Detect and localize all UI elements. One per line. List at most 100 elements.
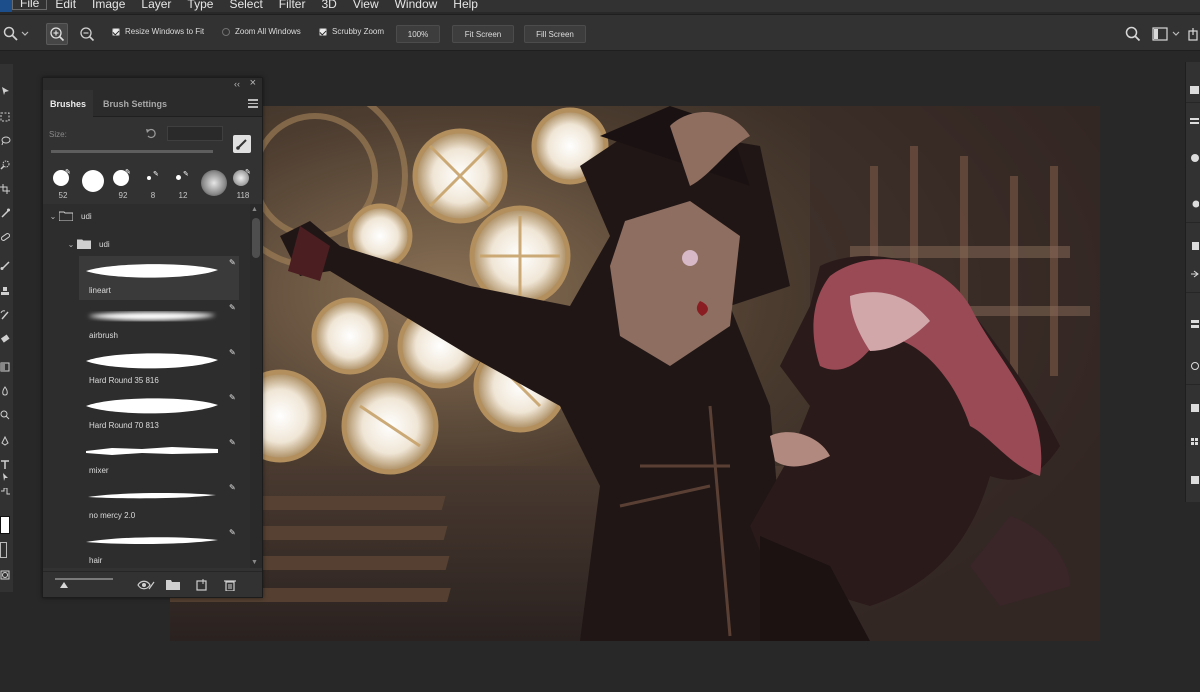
delete-brush-icon[interactable] — [223, 578, 237, 592]
scrubby-zoom-checkbox[interactable] — [319, 27, 327, 36]
zoom-out-icon[interactable] — [76, 23, 98, 45]
lasso-tool-icon[interactable] — [0, 136, 11, 146]
zoom-in-icon[interactable] — [46, 23, 68, 45]
dodge-tool-icon[interactable] — [0, 410, 11, 420]
paths-panel-icon[interactable] — [1190, 400, 1199, 412]
path-select-tool-icon[interactable] — [0, 472, 11, 482]
workspace-chevron-icon[interactable] — [1170, 23, 1182, 45]
marquee-tool-icon[interactable] — [0, 112, 11, 122]
menu-file[interactable]: File — [12, 0, 48, 10]
close-panel-icon[interactable]: × — [250, 78, 256, 89]
panel-titlebar[interactable]: ‹‹ × — [43, 78, 262, 90]
scroll-up-icon[interactable]: ▲ — [251, 206, 258, 213]
properties-panel-icon[interactable] — [1190, 114, 1199, 124]
scrollbar-thumb[interactable] — [252, 218, 260, 258]
zoom-percent-field[interactable]: 100% — [396, 25, 440, 43]
brush-item[interactable]: ✎ lineart — [79, 256, 239, 300]
hand-tool-icon[interactable] — [0, 488, 11, 498]
info-panel-icon[interactable] — [1190, 472, 1199, 484]
crop-tool-icon[interactable] — [0, 184, 11, 194]
quick-mask-icon[interactable] — [0, 570, 11, 580]
preset-brush[interactable]: ✎ 52 — [49, 168, 77, 200]
folder-udi[interactable]: ⌄ udi — [47, 206, 92, 226]
menu-help[interactable]: Help — [445, 0, 486, 10]
menu-filter[interactable]: Filter — [271, 0, 314, 10]
menu-edit[interactable]: Edit — [47, 0, 84, 10]
background-color-swatch[interactable] — [0, 542, 7, 558]
chevron-down-icon[interactable]: ⌄ — [47, 212, 59, 221]
collapse-panel-icon[interactable]: ‹‹ — [234, 79, 240, 89]
search-icon[interactable] — [1122, 23, 1144, 45]
menu-image[interactable]: Image — [84, 0, 133, 10]
color-panel-icon[interactable] — [1190, 196, 1200, 208]
eraser-tool-icon[interactable] — [0, 334, 11, 344]
tool-preset-chevron-icon[interactable] — [18, 23, 32, 45]
preview-size-slider[interactable] — [55, 578, 113, 580]
new-group-folder-icon[interactable] — [166, 578, 180, 590]
subfolder-udi[interactable]: ⌄ udi — [65, 234, 110, 254]
tab-brush-settings[interactable]: Brush Settings — [95, 90, 175, 117]
eyedropper-tool-icon[interactable] — [0, 208, 11, 218]
brush-item[interactable]: ✎ hair — [79, 526, 239, 568]
move-tool-icon[interactable] — [0, 86, 11, 96]
menu-3d[interactable]: 3D — [313, 0, 344, 10]
menu-select[interactable]: Select — [221, 0, 270, 10]
brush-item[interactable]: ✎ Hard Round 35 816 — [79, 346, 239, 390]
channels-panel-icon[interactable] — [1190, 358, 1199, 370]
panel-menu-icon[interactable] — [248, 99, 258, 110]
brush-list-scrollbar[interactable] — [250, 204, 262, 568]
scroll-down-icon[interactable]: ▼ — [251, 559, 258, 566]
brush-item[interactable]: ✎ mixer — [79, 436, 239, 480]
foreground-color-swatch[interactable] — [0, 516, 10, 534]
resize-windows-checkbox[interactable] — [112, 27, 120, 36]
fill-screen-button[interactable]: Fill Screen — [524, 25, 586, 43]
gradient-tool-icon[interactable] — [0, 362, 11, 372]
brush-item[interactable]: ✎ airbrush — [79, 301, 239, 345]
tools-panel — [0, 64, 13, 592]
zoom-all-option[interactable]: Zoom All Windows — [222, 27, 301, 36]
adjustments-panel-icon[interactable] — [1190, 150, 1199, 162]
preset-brush[interactable] — [79, 168, 107, 200]
libraries-panel-icon[interactable] — [1190, 434, 1199, 445]
preset-brush[interactable]: ✎ 118 — [229, 168, 257, 200]
scrubby-zoom-option[interactable]: Scrubby Zoom — [319, 27, 384, 36]
preset-brush[interactable]: ✎ 12 — [169, 168, 197, 200]
styles-panel-icon[interactable] — [1190, 266, 1199, 278]
size-slider[interactable] — [51, 150, 213, 153]
clone-stamp-tool-icon[interactable] — [0, 286, 11, 296]
type-tool-icon[interactable] — [0, 460, 11, 470]
blur-tool-icon[interactable] — [0, 386, 11, 396]
menu-view[interactable]: View — [345, 0, 387, 10]
reset-size-icon[interactable] — [145, 126, 157, 144]
create-new-brush-icon[interactable] — [233, 135, 251, 153]
history-brush-tool-icon[interactable] — [0, 310, 11, 320]
tab-brushes[interactable]: Brushes — [43, 90, 93, 117]
menu-window[interactable]: Window — [387, 0, 446, 10]
chevron-down-icon[interactable]: ⌄ — [65, 240, 77, 249]
preset-brush[interactable]: ✎ 8 — [139, 168, 167, 200]
history-panel-icon[interactable] — [1190, 82, 1199, 94]
brush-tool-icon[interactable] — [0, 260, 11, 270]
workspace-icon[interactable] — [1150, 23, 1172, 45]
swatches-panel-icon[interactable] — [1190, 238, 1199, 250]
zoom-all-checkbox[interactable] — [222, 27, 230, 36]
brush-item[interactable]: ✎ Hard Round 70 813 — [79, 391, 239, 435]
new-brush-icon[interactable] — [195, 578, 209, 591]
size-input[interactable] — [167, 126, 223, 141]
slider-thumb[interactable] — [60, 582, 68, 588]
menu-layer[interactable]: Layer — [133, 0, 179, 10]
menu-type[interactable]: Type — [179, 0, 221, 10]
preset-brush[interactable]: ✎ 92 — [109, 168, 137, 200]
quick-select-tool-icon[interactable] — [0, 160, 11, 170]
share-icon[interactable] — [1186, 23, 1200, 45]
preset-brush[interactable] — [199, 168, 227, 200]
layers-panel-icon[interactable] — [1190, 316, 1199, 328]
document-canvas[interactable] — [170, 106, 1100, 641]
fit-screen-button[interactable]: Fit Screen — [452, 25, 514, 43]
preset-size: 8 — [150, 191, 156, 200]
healing-tool-icon[interactable] — [0, 232, 11, 242]
brush-item[interactable]: ✎ no mercy 2.0 — [79, 481, 239, 525]
toggle-preview-icon[interactable] — [137, 578, 155, 590]
pen-tool-icon[interactable] — [0, 436, 11, 446]
resize-windows-option[interactable]: Resize Windows to Fit — [112, 27, 204, 36]
